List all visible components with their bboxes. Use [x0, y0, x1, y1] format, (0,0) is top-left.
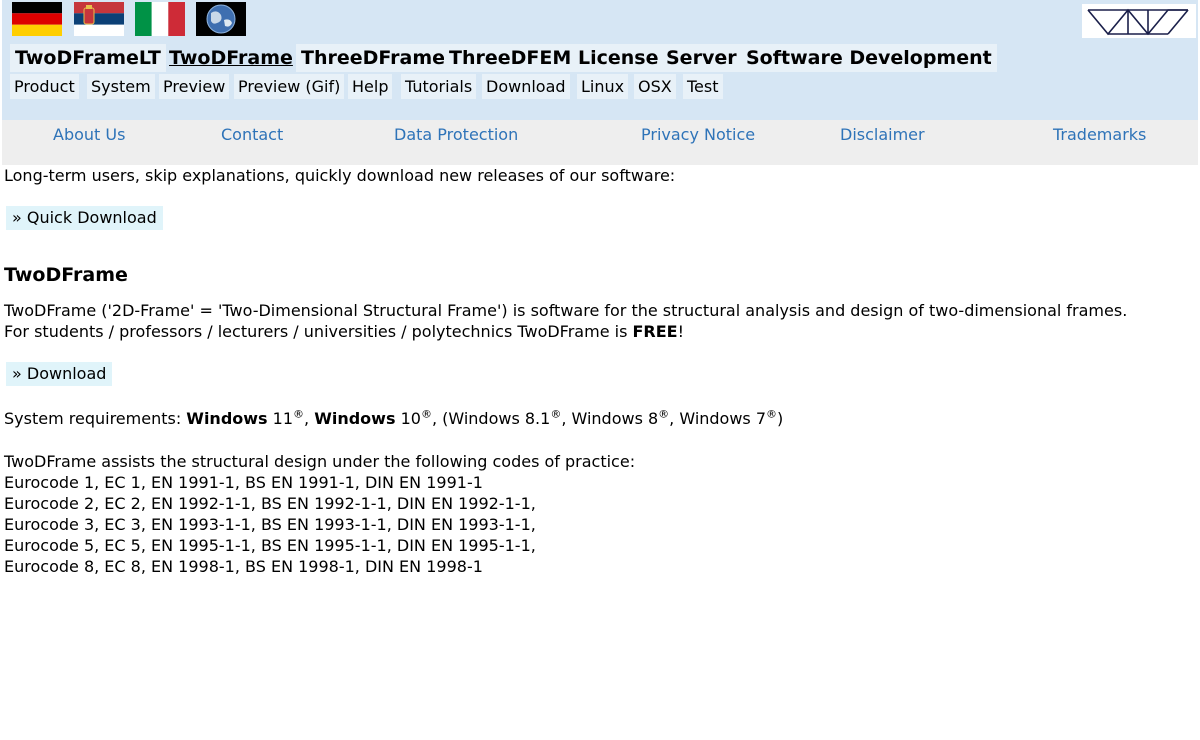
free-suffix: ! [677, 322, 685, 341]
code-line-eurocode-3: Eurocode 3, EC 3, EN 1993-1-1, BS EN 199… [4, 515, 536, 534]
site-header: TwoDFrameLT TwoDFrame ThreeDFrame ThreeD… [2, 0, 1198, 120]
tab-help[interactable]: Help [348, 74, 393, 99]
windows-10-bold: Windows [314, 409, 396, 428]
windows-81: , (Windows 8.1 [431, 409, 551, 428]
tab-twodframelt[interactable]: TwoDFrameLT [10, 44, 166, 72]
reg-mark: ® [658, 407, 670, 421]
code-line-eurocode-2: Eurocode 2, EC 2, EN 1992-1-1, BS EN 199… [4, 494, 536, 513]
free-label: FREE [632, 322, 678, 341]
reg-mark: ® [766, 407, 778, 421]
intro-text: Long-term users, skip explanations, quic… [4, 166, 676, 185]
serbian-flag-icon[interactable] [74, 2, 124, 36]
tab-license[interactable]: License [573, 44, 664, 72]
tab-product[interactable]: Product [10, 74, 79, 99]
tab-preview-gif[interactable]: Preview (Gif) [234, 74, 345, 99]
about-us-link[interactable]: About Us [53, 120, 125, 150]
tab-twodframe[interactable]: TwoDFrame [164, 44, 298, 72]
sysreq-sep: , [304, 409, 315, 428]
privacy-notice-link[interactable]: Privacy Notice [641, 120, 755, 150]
sysreq-label: System requirements: [4, 409, 187, 428]
tab-download[interactable]: Download [482, 74, 570, 99]
code-line-eurocode-5: Eurocode 5, EC 5, EN 1995-1-1, BS EN 199… [4, 536, 536, 555]
tab-software-development[interactable]: Software Development [741, 44, 997, 72]
reg-mark: ® [293, 407, 305, 421]
reg-mark: ® [420, 407, 432, 421]
truss-logo-icon[interactable] [1082, 4, 1196, 38]
windows-7: , Windows 7 [669, 409, 767, 428]
system-requirements: System requirements: Windows 11®, Window… [4, 408, 783, 429]
german-flag-icon[interactable] [12, 2, 62, 36]
tab-test[interactable]: Test [683, 74, 723, 99]
code-line-eurocode-1: Eurocode 1, EC 1, EN 1991-1, BS EN 1991-… [4, 473, 483, 492]
windows-8: , Windows 8 [561, 409, 659, 428]
windows-11-bold: Windows [186, 409, 268, 428]
tab-system[interactable]: System [87, 74, 155, 99]
tab-linux[interactable]: Linux [577, 74, 629, 99]
codes-intro: TwoDFrame assists the structural design … [4, 452, 636, 471]
tab-threedfem[interactable]: ThreeDFEM [444, 44, 577, 72]
tab-preview[interactable]: Preview [159, 74, 230, 99]
tab-osx[interactable]: OSX [634, 74, 676, 99]
tab-server[interactable]: Server [661, 44, 742, 72]
globe-icon[interactable] [196, 2, 246, 36]
page-title: TwoDFrame [4, 264, 128, 286]
trademarks-link[interactable]: Trademarks [1053, 120, 1146, 150]
free-for-text: For students / professors / lecturers / … [4, 322, 633, 341]
sysreq-close: ) [777, 409, 784, 428]
data-protection-link[interactable]: Data Protection [394, 120, 518, 150]
italian-flag-icon[interactable] [135, 2, 185, 36]
tab-threedframe[interactable]: ThreeDFrame [296, 44, 451, 72]
quick-download-button[interactable]: » Quick Download [6, 206, 163, 230]
info-links-bar: About Us Contact Data Protection Privacy… [2, 120, 1198, 165]
windows-10-version: 10 [395, 409, 421, 428]
windows-11-version: 11 [267, 409, 294, 428]
description-line-1: TwoDFrame ('2D-Frame' = 'Two-Dimensional… [4, 301, 1128, 320]
code-line-eurocode-8: Eurocode 8, EC 8, EN 1998-1, BS EN 1998-… [4, 557, 483, 576]
disclaimer-link[interactable]: Disclaimer [840, 120, 925, 150]
tab-tutorials[interactable]: Tutorials [401, 74, 477, 99]
description-line-2: For students / professors / lecturers / … [4, 321, 684, 342]
contact-link[interactable]: Contact [221, 120, 283, 150]
download-button[interactable]: » Download [6, 362, 113, 386]
reg-mark: ® [550, 407, 562, 421]
